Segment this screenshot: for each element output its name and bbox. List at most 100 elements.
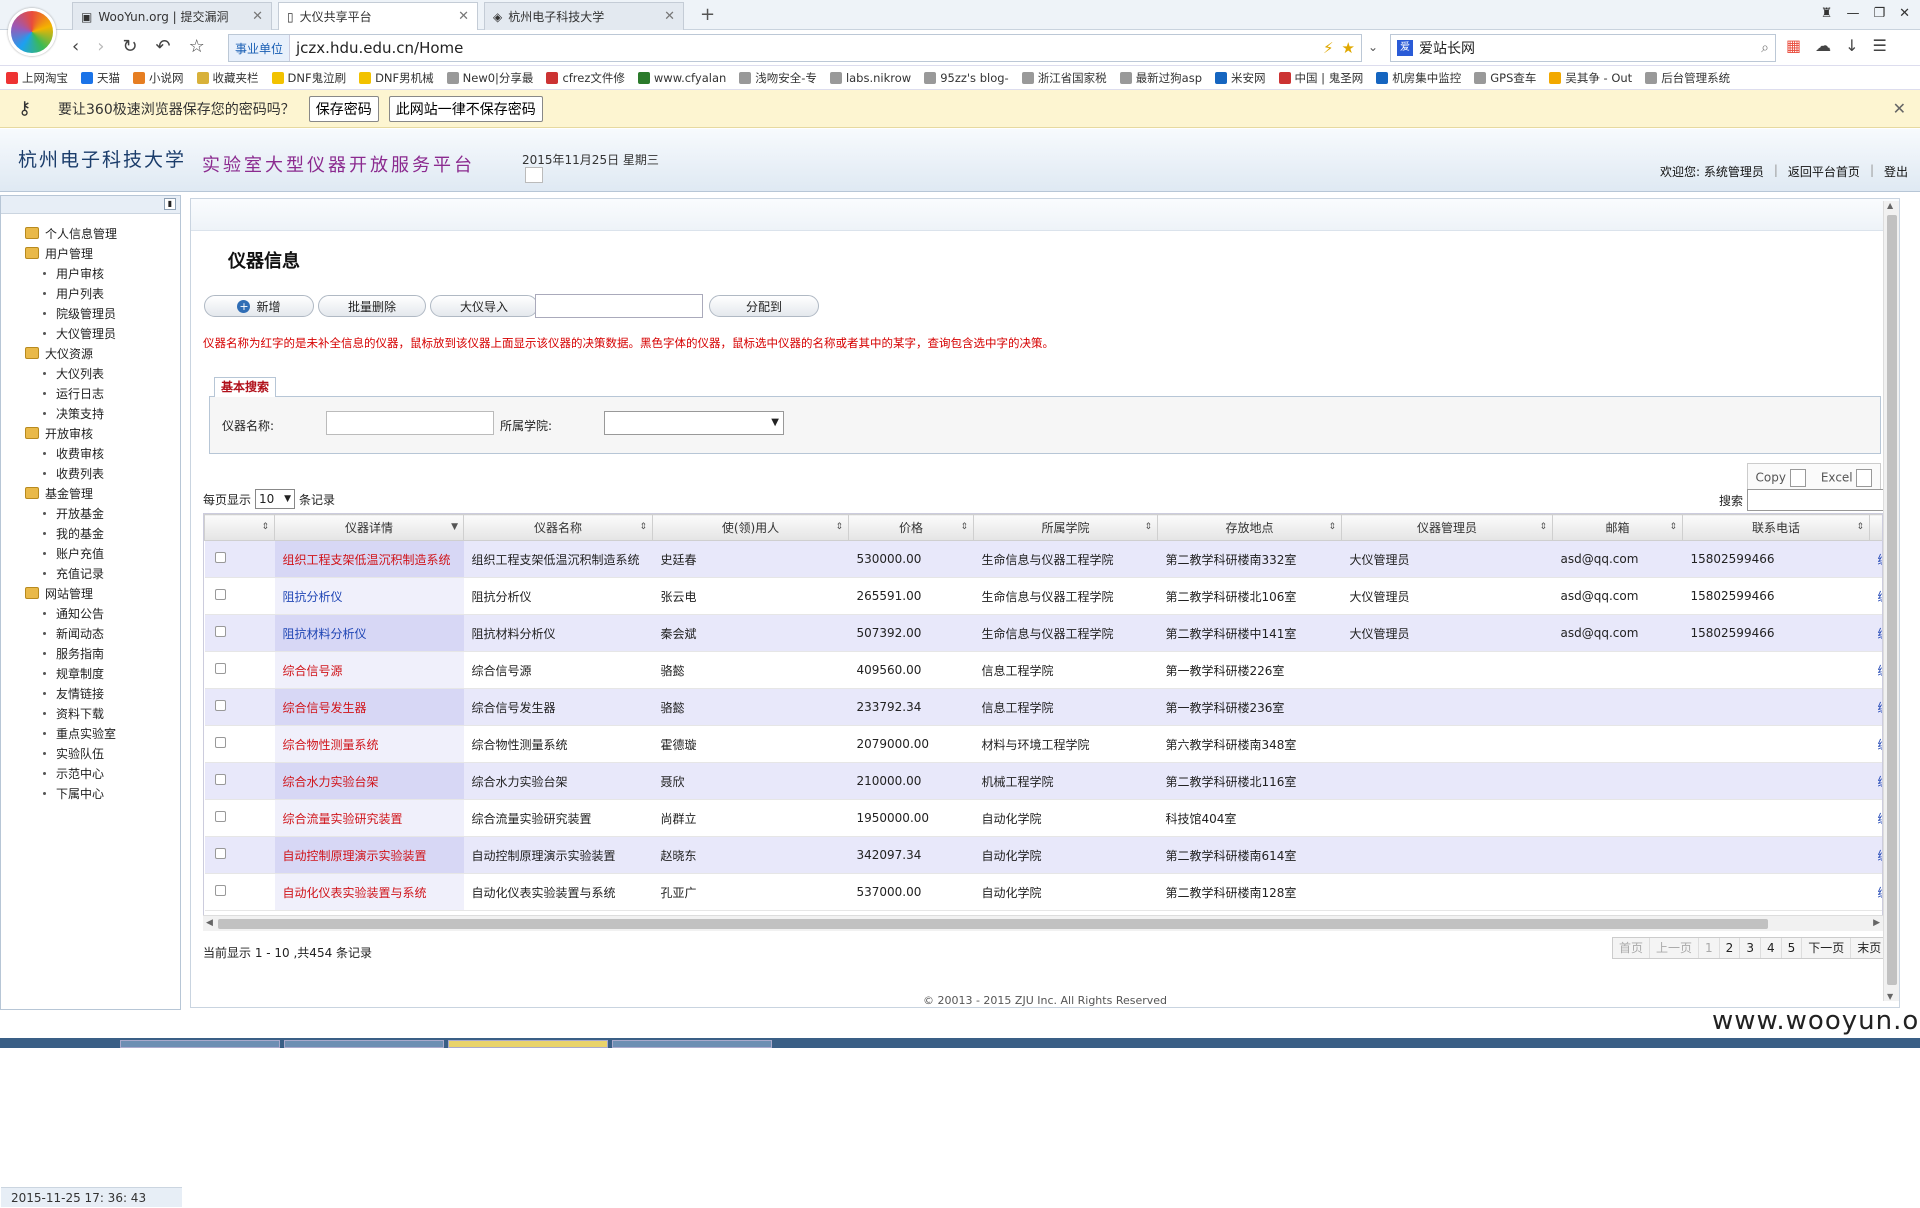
batch-delete-button[interactable]: 批量删除: [318, 295, 426, 317]
table-row[interactable]: 阻抗分析仪 阻抗分析仪 张云电 265591.00 生命信息与仪器工程学院 第二教学科研楼…: [204, 577, 1882, 615]
scroll-thumb[interactable]: [218, 919, 1768, 929]
sidebar-item[interactable]: 收费列表: [25, 463, 180, 483]
lightning-icon[interactable]: ⚡: [1323, 39, 1334, 57]
assign-target-input[interactable]: [535, 294, 703, 318]
shirt-icon[interactable]: ♜: [1821, 6, 1833, 21]
table-row[interactable]: 综合物性测量系统 综合物性测量系统 霍德璇 2079000.00 材料与环境工程学院 第六…: [204, 725, 1882, 763]
apps-icon[interactable]: ▦: [1786, 36, 1801, 55]
sidebar-item[interactable]: 我的基金: [25, 523, 180, 543]
save-password-button[interactable]: 保存密码: [308, 95, 379, 122]
tab-wooyun[interactable]: ▣ WooYun.org | 提交漏洞 ✕: [72, 2, 272, 30]
taskbar-item[interactable]: [448, 1040, 608, 1048]
sidebar-item[interactable]: 实验队伍: [25, 743, 180, 763]
row-checkbox[interactable]: [214, 589, 226, 600]
address-bar[interactable]: 事业单位 jczx.hdu.edu.cn/Home ⚡ ★: [228, 34, 1362, 62]
bookmark-item[interactable]: 吴其争 - Out: [1549, 70, 1632, 86]
sidebar-item[interactable]: 大仪管理员: [25, 323, 180, 343]
bookmark-item[interactable]: 收藏夹栏: [196, 70, 259, 86]
bookmark-item[interactable]: 浙江省国家税: [1021, 70, 1107, 86]
column-header[interactable]: 仪器管理员 ⇕: [1341, 514, 1553, 541]
scroll-up-icon[interactable]: ▲: [1887, 201, 1893, 210]
row-checkbox[interactable]: [214, 885, 226, 896]
bookmark-item[interactable]: 天猫: [81, 70, 120, 86]
sidebar-group[interactable]: 个人信息管理: [25, 223, 180, 243]
copy-button[interactable]: Copy: [1756, 469, 1806, 487]
sidebar-item[interactable]: 账户充值: [25, 543, 180, 563]
sidebar-group[interactable]: 用户管理: [25, 243, 180, 263]
menu-icon[interactable]: ☰: [1873, 36, 1887, 55]
bookmark-item[interactable]: 中国 | 鬼圣网: [1278, 70, 1363, 86]
search-icon[interactable]: ⌕: [1761, 40, 1769, 56]
collapse-icon[interactable]: ▮: [164, 198, 176, 210]
url-text[interactable]: jczx.hdu.edu.cn/Home: [290, 39, 463, 57]
sidebar-item[interactable]: 规章制度: [25, 663, 180, 683]
import-button[interactable]: 大仪导入: [430, 295, 538, 317]
pager-item[interactable]: 3: [1740, 938, 1761, 958]
tab-daiyi[interactable]: ▯ 大仪共享平台 ✕: [278, 2, 478, 30]
tab-basic-search[interactable]: 基本搜索: [214, 377, 277, 397]
instrument-name-input[interactable]: [326, 411, 494, 435]
minimize-icon[interactable]: —: [1846, 6, 1859, 21]
back-home-link[interactable]: 返回平台首页: [1788, 163, 1860, 180]
table-row[interactable]: 自动控制原理演示实验装置 自动控制原理演示实验装置 赵晓东 342097.34 自动化学…: [204, 836, 1882, 874]
taskbar-item[interactable]: [284, 1040, 444, 1048]
bookmark-item[interactable]: New0|分享最: [446, 70, 533, 86]
sidebar-item[interactable]: 通知公告: [25, 603, 180, 623]
table-row[interactable]: 综合信号发生器 综合信号发生器 骆懿 233792.34 信息工程学院 第一教学科研楼23…: [204, 688, 1882, 726]
table-search-input[interactable]: [1747, 489, 1888, 511]
never-save-button[interactable]: 此网站一律不保存密码: [388, 95, 543, 122]
bookmark-item[interactable]: DNF鬼泣刷: [271, 70, 346, 86]
scroll-thumb[interactable]: [1887, 215, 1897, 985]
bookmark-item[interactable]: cfrez文件修: [546, 70, 625, 86]
close-icon[interactable]: ✕: [458, 9, 469, 24]
table-row[interactable]: 阻抗材料分析仪 阻抗材料分析仪 秦会斌 507392.00 生命信息与仪器工程学院 第二教…: [204, 614, 1882, 652]
horizontal-scrollbar[interactable]: ◀ ▶: [203, 915, 1883, 931]
scroll-right-icon[interactable]: ▶: [1873, 918, 1880, 928]
row-checkbox[interactable]: [214, 663, 226, 674]
column-header[interactable]: 使(领)用人 ⇕: [652, 514, 849, 541]
column-header[interactable]: 仪器名称 ⇕: [463, 514, 653, 541]
column-header[interactable]: 联系电话 ⇕: [1682, 514, 1870, 541]
instrument-detail-link[interactable]: 综合水力实验台架: [283, 775, 379, 789]
instrument-detail-link[interactable]: 综合信号源: [283, 664, 343, 678]
table-row[interactable]: 综合流量实验研究装置 综合流量实验研究装置 尚群立 1950000.00 自动化学院 科技…: [204, 799, 1882, 837]
column-header[interactable]: 价格 ⇕: [848, 514, 974, 541]
row-checkbox[interactable]: [214, 700, 226, 711]
sidebar-item[interactable]: 运行日志: [25, 383, 180, 403]
sidebar-group[interactable]: 大仪资源: [25, 343, 180, 363]
sidebar-item[interactable]: 充值记录: [25, 563, 180, 583]
close-window-icon[interactable]: ✕: [1899, 6, 1910, 21]
pager-item[interactable]: 首页: [1613, 938, 1651, 958]
bookmark-item[interactable]: DNF男机械: [359, 70, 434, 86]
star-icon[interactable]: ☆: [189, 36, 205, 57]
cloud-icon[interactable]: ☁: [1815, 36, 1831, 55]
sidebar-group[interactable]: 网站管理: [25, 583, 180, 603]
bookmark-item[interactable]: 95zz's blog-: [924, 71, 1009, 85]
maximize-icon[interactable]: ❐: [1873, 6, 1885, 21]
logout-link[interactable]: 登出: [1884, 163, 1908, 180]
row-checkbox[interactable]: [214, 626, 226, 637]
instrument-detail-link[interactable]: 综合流量实验研究装置: [283, 812, 403, 826]
column-header[interactable]: ⇕: [204, 514, 275, 541]
excel-button[interactable]: Excel: [1821, 469, 1873, 487]
taskbar-item[interactable]: [612, 1040, 772, 1048]
tab-hdu[interactable]: ◈ 杭州电子科技大学 ✕: [484, 2, 684, 30]
bookmark-item[interactable]: www.cfyalan: [637, 71, 726, 85]
row-checkbox[interactable]: [214, 737, 226, 748]
undo-icon[interactable]: ↶: [156, 36, 171, 57]
sidebar-item[interactable]: 资料下载: [25, 703, 180, 723]
column-header[interactable]: 邮箱 ⇕: [1552, 514, 1683, 541]
sidebar-item[interactable]: 院级管理员: [25, 303, 180, 323]
instrument-detail-link[interactable]: 阻抗分析仪: [283, 590, 343, 604]
bookmark-item[interactable]: 小说网: [133, 70, 184, 86]
row-checkbox[interactable]: [214, 811, 226, 822]
new-tab-icon[interactable]: +: [700, 4, 715, 25]
college-select[interactable]: ▼: [604, 411, 784, 435]
sidebar-item[interactable]: 服务指南: [25, 643, 180, 663]
taskbar-item[interactable]: [120, 1040, 280, 1048]
column-header[interactable]: 仪器详情 ▼: [274, 514, 464, 541]
instrument-detail-link[interactable]: 阻抗材料分析仪: [283, 627, 367, 641]
search-engine-box[interactable]: 爱 爱站长网 ⌕: [1390, 34, 1776, 62]
pager-item[interactable]: 2: [1720, 938, 1741, 958]
scroll-down-icon[interactable]: ▼: [1887, 992, 1893, 1001]
